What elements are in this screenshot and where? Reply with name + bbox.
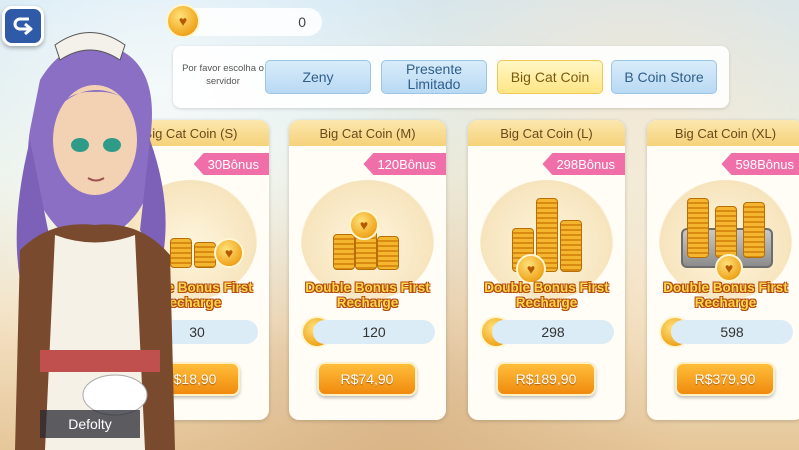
coin-amount: 120 bbox=[313, 320, 435, 344]
card-title: Big Cat Coin (XL) bbox=[647, 120, 799, 146]
server-label: Por favor escolha o servidor bbox=[182, 63, 264, 87]
coin-amount: 598 bbox=[671, 320, 793, 344]
promo-text: Double Bonus First Recharge bbox=[484, 280, 609, 310]
tabs-panel: Por favor escolha o servidor Zeny Presen… bbox=[173, 46, 729, 108]
buy-button[interactable]: R$379,90 bbox=[675, 362, 775, 396]
tab-big-cat-coin[interactable]: Big Cat Coin bbox=[497, 60, 603, 94]
bonus-badge: 598Bônus bbox=[721, 153, 799, 175]
tab-b-coin-store[interactable]: B Coin Store bbox=[611, 60, 717, 94]
tab-presente-limitado[interactable]: Presente Limitado bbox=[381, 60, 487, 94]
promo-text: Double Bonus First Recharge bbox=[305, 280, 430, 310]
currency-value: 0 bbox=[298, 14, 306, 30]
buy-button[interactable]: R$74,90 bbox=[317, 362, 417, 396]
card-title: Big Cat Coin (M) bbox=[289, 120, 446, 146]
tab-zeny[interactable]: Zeny bbox=[265, 60, 371, 94]
maid-character-portrait bbox=[15, 32, 175, 450]
currency-display: ♥ 0 bbox=[166, 4, 322, 38]
bonus-badge: 298Bônus bbox=[542, 153, 625, 175]
treasure-chest-icon: ♥ bbox=[675, 198, 775, 288]
card-title: Big Cat Coin (L) bbox=[468, 120, 625, 146]
promo-text: Double Bonus First Recharge bbox=[663, 280, 788, 310]
coin-pile-icon: ♥ bbox=[317, 198, 417, 288]
product-card-m[interactable]: Big Cat Coin (M) 120Bônus ♥ Double Bonus… bbox=[289, 120, 446, 420]
product-card-xl[interactable]: Big Cat Coin (XL) 598Bônus ♥ Double Bonu… bbox=[647, 120, 799, 420]
bonus-badge: 30Bônus bbox=[193, 153, 269, 175]
character-name-plate: Defolty bbox=[40, 410, 140, 438]
bonus-badge: 120Bônus bbox=[363, 153, 446, 175]
product-card-l[interactable]: Big Cat Coin (L) 298Bônus ♥ Double Bonus… bbox=[468, 120, 625, 420]
buy-button[interactable]: R$189,90 bbox=[496, 362, 596, 396]
coin-amount: 298 bbox=[492, 320, 614, 344]
coin-pile-icon: ♥ bbox=[496, 198, 596, 288]
